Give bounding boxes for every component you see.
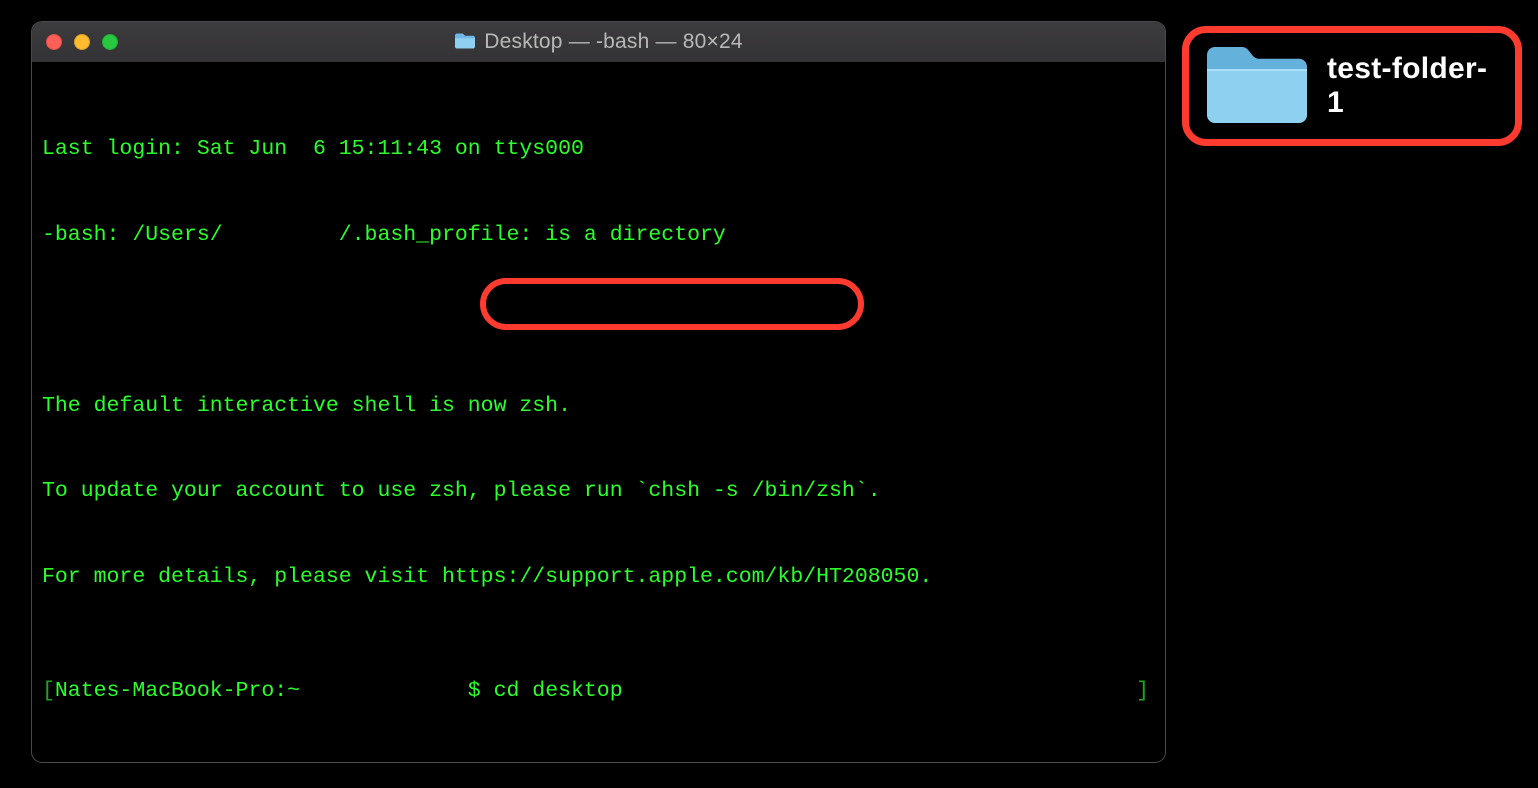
folder-icon[interactable]	[1203, 43, 1311, 130]
folder-callout: test-folder-1	[1182, 26, 1522, 146]
prompt-bracket-left: [	[42, 679, 55, 703]
terminal-output-line: -bash: /Users/ /.bash_profile: is a dire…	[42, 221, 1155, 250]
terminal-output-line: For more details, please visit https://s…	[42, 563, 1155, 592]
minimize-button[interactable]	[74, 34, 90, 50]
folder-proxy-icon	[454, 31, 476, 54]
terminal-output-line: Last login: Sat Jun 6 15:11:43 on ttys00…	[42, 135, 1155, 164]
window-title-wrap: Desktop — -bash — 80×24	[32, 22, 1165, 62]
terminal-body[interactable]: Last login: Sat Jun 6 15:11:43 on ttys00…	[32, 62, 1165, 762]
prompt-bracket-right: ]	[1136, 677, 1149, 706]
window-title: Desktop — -bash — 80×24	[484, 30, 743, 54]
window-titlebar[interactable]: Desktop — -bash — 80×24	[32, 22, 1165, 62]
terminal-output-line: To update your account to use zsh, pleas…	[42, 477, 1155, 506]
terminal-window[interactable]: Desktop — -bash — 80×24 Last login: Sat …	[32, 22, 1165, 762]
terminal-output-line: The default interactive shell is now zsh…	[42, 392, 1155, 421]
prompt-host: Nates-MacBook-Pro:~	[55, 679, 468, 703]
terminal-command: cd desktop	[494, 679, 623, 703]
close-button[interactable]	[46, 34, 62, 50]
terminal-blank-line	[42, 306, 1155, 335]
prompt-dollar: $	[468, 679, 494, 703]
folder-name-label[interactable]: test-folder-1	[1327, 52, 1501, 120]
traffic-lights	[46, 34, 118, 50]
fullscreen-button[interactable]	[102, 34, 118, 50]
terminal-prompt-row: [Nates-MacBook-Pro:~ $ cd desktop]	[42, 677, 1155, 706]
